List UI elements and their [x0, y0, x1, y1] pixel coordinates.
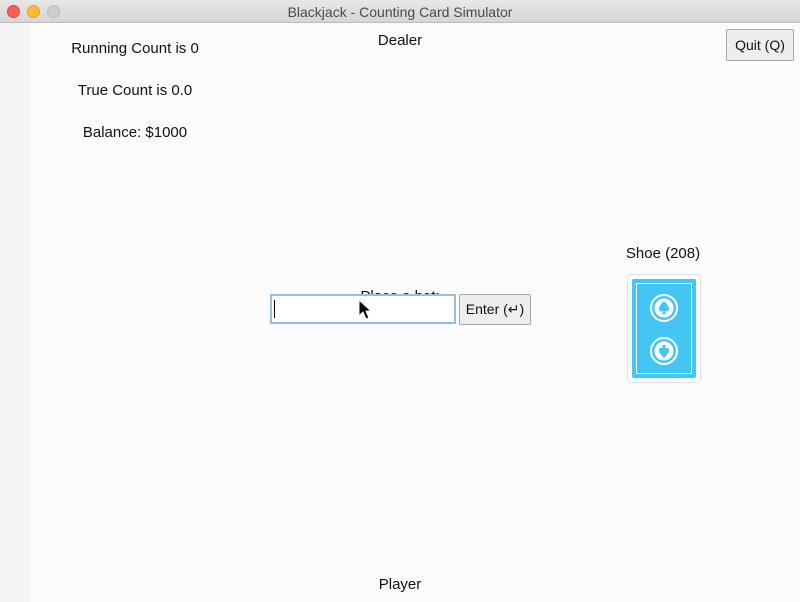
card-back [632, 279, 696, 378]
title-bar: Blackjack - Counting Card Simulator [0, 0, 800, 23]
running-count-label: Running Count is 0 [71, 40, 199, 57]
left-edge [0, 23, 30, 602]
shoe-card[interactable] [627, 274, 701, 383]
window-title: Blackjack - Counting Card Simulator [287, 4, 513, 20]
quit-button[interactable]: Quit (Q) [726, 29, 794, 61]
text-caret [274, 300, 275, 318]
spade-emblem-icon [650, 337, 678, 365]
player-label: Player [378, 576, 422, 593]
mouse-pointer-icon [358, 299, 372, 320]
enter-button[interactable]: Enter (↵) [459, 294, 531, 325]
shoe-label: Shoe (208) [625, 245, 701, 262]
dealer-label: Dealer [377, 32, 423, 49]
spade-emblem-icon [650, 294, 678, 322]
true-count-label: True Count is 0.0 [77, 82, 193, 99]
balance-label: Balance: $1000 [82, 124, 188, 141]
